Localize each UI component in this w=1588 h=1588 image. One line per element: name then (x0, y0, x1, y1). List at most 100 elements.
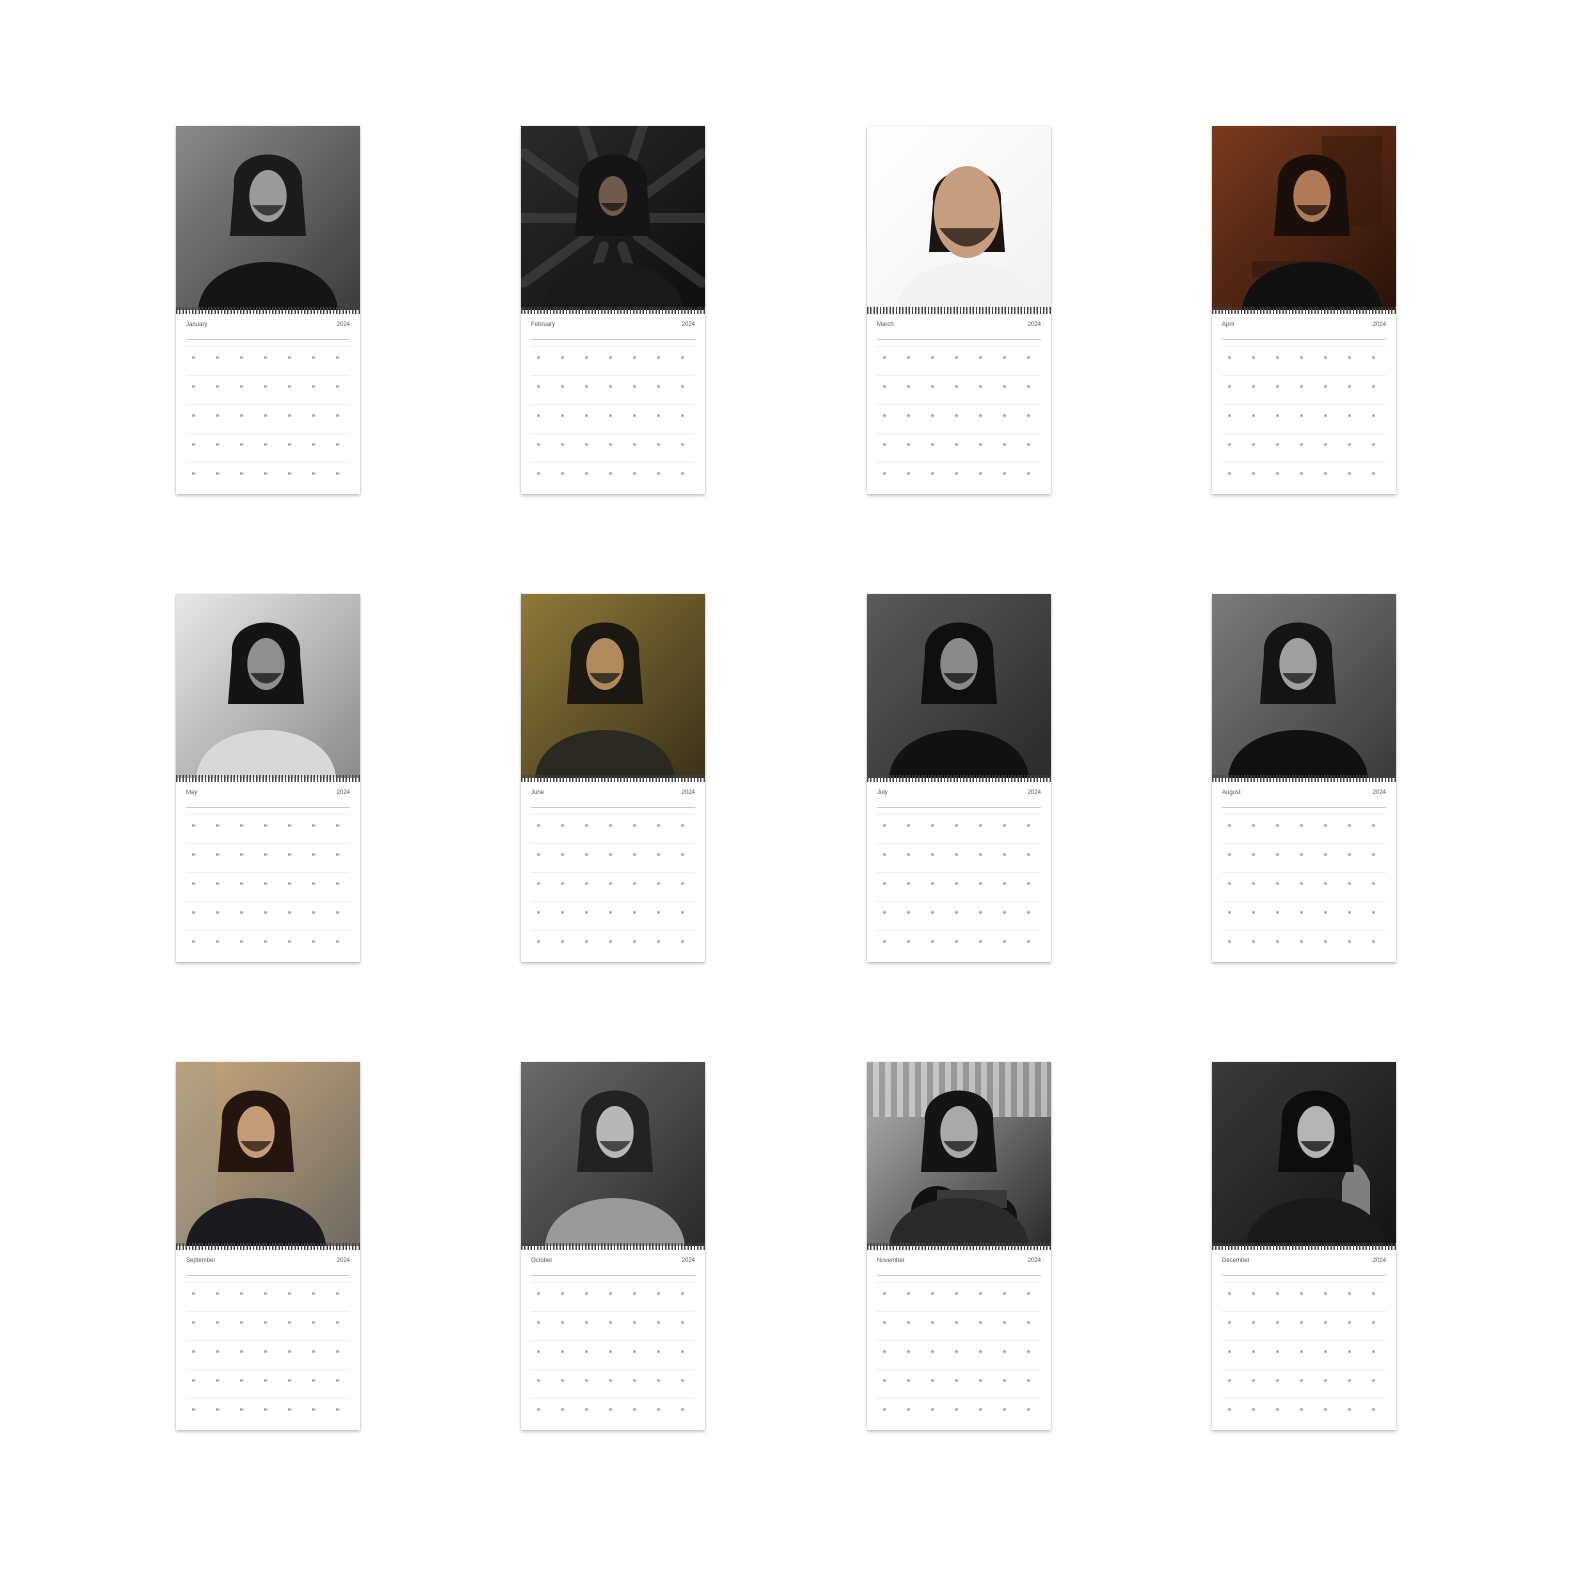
day-cell (1252, 911, 1255, 914)
day-cell (192, 940, 195, 943)
day-cell (931, 911, 934, 914)
day-cell (1372, 1321, 1375, 1324)
day-cell (883, 824, 886, 827)
month-name: June (531, 790, 545, 796)
month-name: December (1222, 1258, 1250, 1264)
day-cell (561, 472, 564, 475)
day-cell (609, 1292, 612, 1295)
calendar-page[interactable]: April 2024 (1212, 126, 1396, 494)
day-cell (931, 853, 934, 856)
calendar-week-row (531, 930, 695, 959)
day-cell (1300, 356, 1303, 359)
calendar-page[interactable]: September 2024 (176, 1062, 360, 1430)
day-cell (931, 1379, 934, 1382)
calendar-week-row (1222, 1282, 1386, 1311)
day-cell (1324, 824, 1327, 827)
day-cell (907, 356, 910, 359)
day-cell (312, 414, 315, 417)
calendar-week-row (186, 404, 350, 433)
day-cell (1228, 443, 1231, 446)
month-photo (867, 126, 1051, 310)
day-cell (657, 1379, 660, 1382)
calendar-week-row (186, 1282, 350, 1311)
calendar-page[interactable]: August 2024 (1212, 594, 1396, 962)
calendar-page[interactable]: November 2024 (867, 1062, 1051, 1430)
day-cell (216, 911, 219, 914)
calendar-page[interactable]: May 2024 (176, 594, 360, 962)
days-grid (186, 1282, 350, 1427)
calendar-page[interactable]: January 2024 (176, 126, 360, 494)
day-cell (1276, 824, 1279, 827)
day-cell (1027, 824, 1030, 827)
day-cell (585, 443, 588, 446)
day-cell (264, 1292, 267, 1295)
day-cell (192, 882, 195, 885)
calendar-page[interactable]: March 2024 (867, 126, 1051, 494)
day-cell (931, 356, 934, 359)
day-cell (955, 356, 958, 359)
day-cell (1348, 472, 1351, 475)
day-cell (609, 1379, 612, 1382)
day-cell (1252, 940, 1255, 943)
spiral-binding (521, 775, 705, 782)
day-cell (312, 824, 315, 827)
calendar-page[interactable]: December 2024 (1212, 1062, 1396, 1430)
day-cell (192, 911, 195, 914)
day-cell (264, 443, 267, 446)
day-cell (633, 853, 636, 856)
month-photo (1212, 126, 1396, 310)
day-cell (192, 853, 195, 856)
day-cell (681, 443, 684, 446)
day-cell (681, 1379, 684, 1382)
calendar-week-row (877, 1311, 1041, 1340)
day-cell (1276, 356, 1279, 359)
calendar-page[interactable]: June 2024 (521, 594, 705, 962)
weekday-header (877, 801, 1041, 808)
day-cell (931, 472, 934, 475)
calendar-week-row (877, 462, 1041, 491)
day-cell (1324, 1408, 1327, 1411)
day-cell (240, 414, 243, 417)
day-cell (1372, 1408, 1375, 1411)
weekday-header (1222, 801, 1386, 808)
day-cell (609, 356, 612, 359)
day-cell (1003, 1408, 1006, 1411)
day-cell (681, 1350, 684, 1353)
year-label: 2024 (1372, 322, 1386, 328)
month-photo (521, 594, 705, 778)
calendar-week-row (531, 1340, 695, 1369)
days-grid (877, 346, 1041, 491)
day-cell (288, 1321, 291, 1324)
calendar-week-row (531, 433, 695, 462)
day-cell (192, 1350, 195, 1353)
day-cell (681, 472, 684, 475)
day-cell (907, 853, 910, 856)
day-cell (1348, 824, 1351, 827)
day-cell (288, 414, 291, 417)
day-cell (1372, 414, 1375, 417)
month-grid: March 2024 (867, 316, 1051, 494)
day-cell (1348, 853, 1351, 856)
day-cell (1027, 385, 1030, 388)
month-name: October (531, 1258, 553, 1264)
day-cell (955, 1379, 958, 1382)
day-cell (1372, 356, 1375, 359)
day-cell (883, 853, 886, 856)
day-cell (1252, 1350, 1255, 1353)
day-cell (931, 414, 934, 417)
day-cell (1276, 385, 1279, 388)
day-cell (1027, 940, 1030, 943)
day-cell (192, 414, 195, 417)
month-grid: November 2024 (867, 1252, 1051, 1430)
calendar-page[interactable]: October 2024 (521, 1062, 705, 1430)
month-photo (1212, 1062, 1396, 1246)
day-cell (537, 853, 540, 856)
day-cell (1027, 853, 1030, 856)
day-cell (216, 385, 219, 388)
calendar-page[interactable]: July 2024 (867, 594, 1051, 962)
day-cell (907, 824, 910, 827)
day-cell (657, 414, 660, 417)
day-cell (336, 940, 339, 943)
calendar-page[interactable]: February 2024 (521, 126, 705, 494)
day-cell (537, 472, 540, 475)
